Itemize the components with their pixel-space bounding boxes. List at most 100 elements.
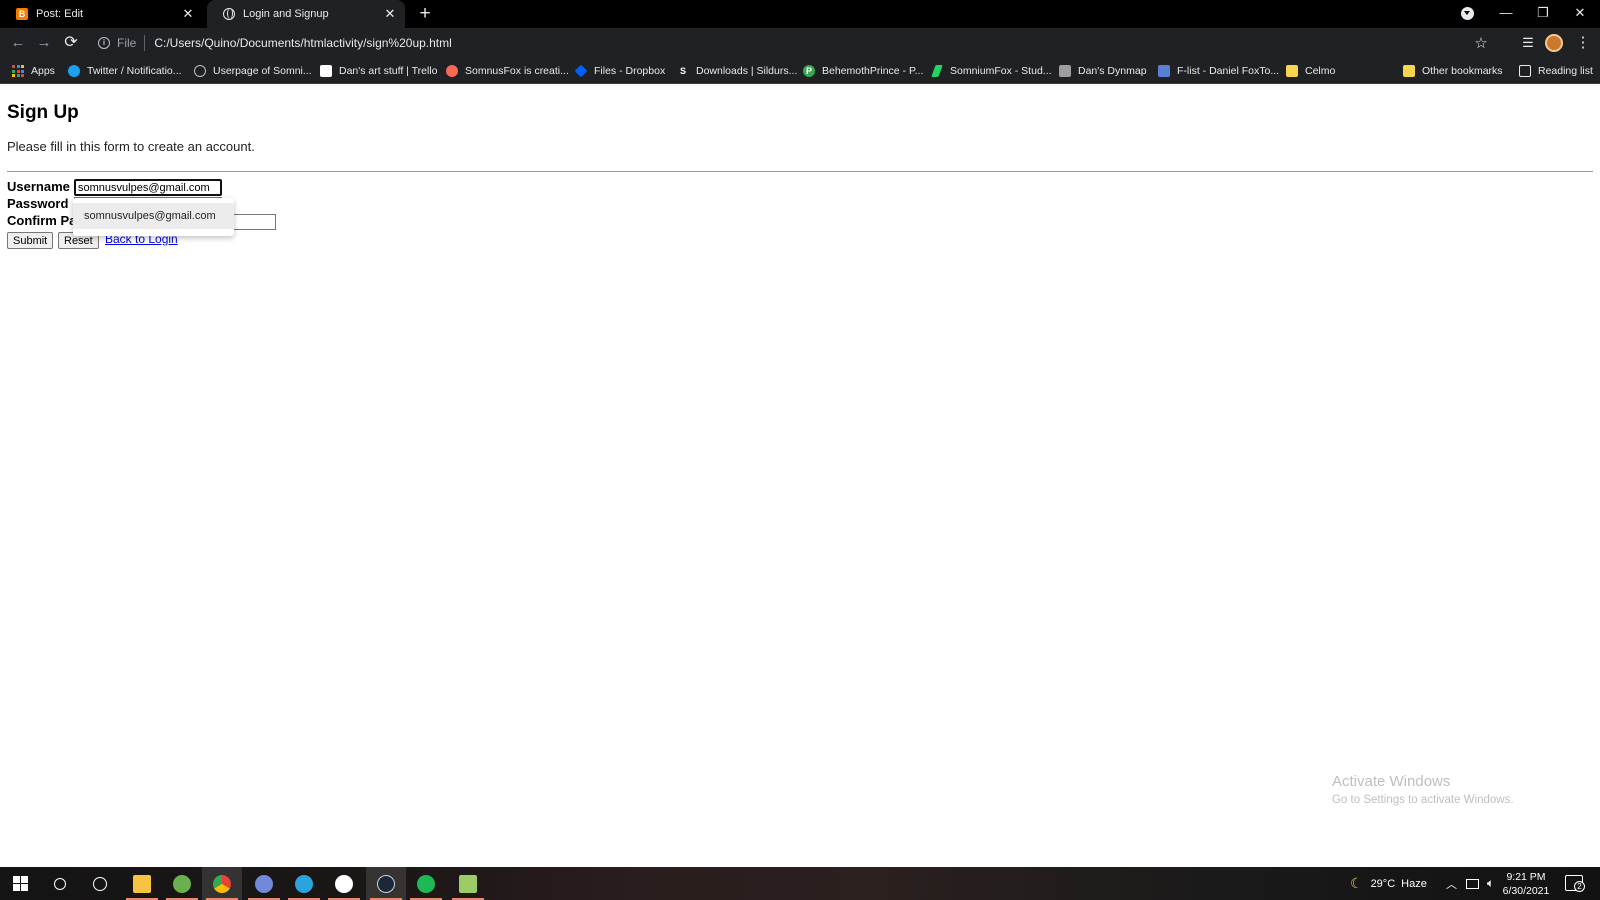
password-label: Password bbox=[7, 196, 69, 211]
divider bbox=[7, 171, 1593, 172]
taskbar-search-button[interactable] bbox=[40, 867, 80, 900]
bookmark-label: Files - Dropbox bbox=[594, 65, 666, 77]
tab-login-and-signup[interactable]: Login and Signup ✕ bbox=[207, 0, 405, 28]
reading-list-icon[interactable]: ☰ bbox=[1518, 33, 1538, 53]
taskbar-discord[interactable] bbox=[244, 867, 284, 900]
trello-icon bbox=[320, 65, 332, 77]
tab-post-edit[interactable]: B Post: Edit ✕ bbox=[0, 0, 203, 28]
avatar[interactable] bbox=[1545, 34, 1563, 52]
system-tray: ︿ 🔈︎ bbox=[1446, 867, 1494, 900]
media-control-icon[interactable] bbox=[1461, 7, 1474, 20]
taskbar-wattpad[interactable] bbox=[324, 867, 364, 900]
start-icon bbox=[12, 876, 28, 891]
weather-desc: Haze bbox=[1401, 877, 1427, 890]
chevron-up-icon[interactable]: ︿ bbox=[1446, 876, 1457, 892]
bookmark-other-bookmarks[interactable]: Other bookmarks bbox=[1403, 62, 1503, 80]
bookmark-label: Dan's art stuff | Trello bbox=[339, 65, 438, 77]
bookmarks-bar: Apps Twitter / Notificatio... Userpage o… bbox=[0, 58, 1600, 84]
paw-icon bbox=[194, 65, 206, 77]
taskbar-chrome[interactable] bbox=[202, 867, 242, 900]
activation-watermark: Activate Windows Go to Settings to activ… bbox=[1332, 773, 1514, 806]
flist-icon bbox=[1158, 65, 1170, 77]
apps-grid-icon bbox=[12, 65, 24, 77]
twitter-icon bbox=[68, 65, 80, 77]
bookmark-celmo[interactable]: Celmo bbox=[1286, 62, 1335, 80]
clock-time: 9:21 PM bbox=[1506, 871, 1546, 883]
tab-strip: B Post: Edit ✕ Login and Signup ✕ + — ❐ … bbox=[0, 0, 1600, 28]
bookmark-label: SomnusFox is creati... bbox=[465, 65, 569, 77]
restore-button[interactable]: ❐ bbox=[1524, 0, 1562, 28]
reload-button[interactable]: ⟳ bbox=[60, 32, 82, 54]
bookmark-label: SomniumFox - Stud... bbox=[950, 65, 1052, 77]
bookmark-trello[interactable]: Dan's art stuff | Trello bbox=[320, 62, 438, 80]
taskbar-notepad[interactable] bbox=[448, 867, 488, 900]
folder-icon bbox=[1286, 65, 1298, 77]
scheme-label: File bbox=[117, 36, 137, 50]
bookmark-somniumfox[interactable]: SomniumFox - Stud... bbox=[931, 62, 1052, 80]
taskbar-spotify[interactable] bbox=[406, 867, 446, 900]
discord-icon bbox=[255, 874, 273, 893]
bookmark-label: Celmo bbox=[1305, 65, 1336, 77]
forward-button[interactable]: → bbox=[33, 32, 55, 54]
back-button[interactable]: ← bbox=[7, 32, 29, 54]
notepad-icon bbox=[459, 874, 477, 893]
watermark-title: Activate Windows bbox=[1332, 773, 1451, 790]
username-input[interactable] bbox=[74, 179, 222, 196]
window-close-button[interactable]: ✕ bbox=[1561, 0, 1599, 28]
clock-date: 6/30/2021 bbox=[1502, 885, 1550, 897]
close-icon[interactable]: ✕ bbox=[181, 7, 195, 21]
network-icon[interactable] bbox=[1466, 878, 1479, 889]
clock[interactable]: 9:21 PM 6/30/2021 bbox=[1490, 870, 1562, 898]
address-bar[interactable]: i File C:/Users/Quino/Documents/htmlacti… bbox=[91, 31, 1499, 55]
bookmark-patreon[interactable]: SomnusFox is creati... bbox=[446, 62, 569, 80]
bookmark-dynmap[interactable]: Dan's Dynmap bbox=[1059, 62, 1147, 80]
patreon-icon bbox=[446, 65, 458, 77]
confirm-password-label: Confirm Pa bbox=[7, 213, 77, 228]
bookmark-userpage[interactable]: Userpage of Somni... bbox=[194, 62, 312, 80]
tab-title: Login and Signup bbox=[243, 8, 329, 20]
bookmark-label: F-list - Daniel FoxTo... bbox=[1177, 65, 1280, 77]
moon-icon: ☾ bbox=[1350, 875, 1363, 891]
start-button[interactable] bbox=[0, 867, 40, 900]
submit-button[interactable]: Submit bbox=[7, 232, 54, 249]
taskbar: ☾ 29°C Haze ︿ 🔈︎ 9:21 PM 6/30/2021 2 bbox=[0, 867, 1600, 900]
bookmark-star-icon[interactable]: ☆ bbox=[1471, 34, 1491, 52]
minecraft-launcher-icon bbox=[173, 874, 191, 893]
task-view-icon bbox=[93, 876, 107, 891]
close-icon[interactable]: ✕ bbox=[383, 7, 397, 21]
url-text[interactable]: C:/Users/Quino/Documents/htmlactivity/si… bbox=[154, 36, 1471, 50]
bookmark-twitter[interactable]: Twitter / Notificatio... bbox=[68, 62, 182, 80]
chrome-icon bbox=[213, 874, 231, 893]
reading-list-icon bbox=[1519, 65, 1531, 77]
new-tab-button[interactable]: + bbox=[414, 3, 436, 25]
taskbar-telegram[interactable] bbox=[284, 867, 324, 900]
browser-toolbar: ← → ⟳ i File C:/Users/Quino/Documents/ht… bbox=[0, 28, 1600, 58]
tab-title: Post: Edit bbox=[36, 8, 84, 20]
weather-widget[interactable]: ☾ 29°C Haze bbox=[1350, 867, 1427, 900]
info-icon[interactable]: i bbox=[98, 37, 110, 49]
taskbar-minecraft-launcher[interactable] bbox=[162, 867, 202, 900]
picarto-icon: P bbox=[803, 65, 815, 77]
bookmark-behemothprince[interactable]: P BehemothPrince - P... bbox=[803, 62, 923, 80]
page-subtitle: Please fill in this form to create an ac… bbox=[7, 139, 255, 154]
taskbar-file-explorer[interactable] bbox=[122, 867, 162, 900]
bookmark-label: Dan's Dynmap bbox=[1078, 65, 1147, 77]
telegram-icon bbox=[295, 874, 313, 893]
minimize-button[interactable]: — bbox=[1487, 0, 1525, 28]
menu-icon[interactable]: ⋮ bbox=[1573, 33, 1593, 53]
bookmark-dropbox[interactable]: Files - Dropbox bbox=[574, 62, 666, 80]
bookmark-label: Downloads | Sildurs... bbox=[696, 65, 798, 77]
autofill-option[interactable]: somnusvulpes@gmail.com bbox=[73, 203, 234, 229]
search-icon bbox=[54, 877, 66, 890]
file-explorer-icon bbox=[133, 874, 151, 893]
blogger-icon: B bbox=[16, 8, 28, 20]
taskbar-steam[interactable] bbox=[366, 867, 406, 900]
s-letter-icon: S bbox=[679, 66, 686, 76]
bookmark-sildurs[interactable]: S Downloads | Sildurs... bbox=[677, 62, 797, 80]
notification-count-badge: 2 bbox=[1574, 881, 1585, 892]
bookmark-flist[interactable]: F-list - Daniel FoxTo... bbox=[1158, 62, 1279, 80]
bookmark-reading-list[interactable]: Reading list bbox=[1519, 62, 1593, 80]
bookmark-apps[interactable]: Apps bbox=[12, 62, 55, 80]
bookmark-label: Twitter / Notificatio... bbox=[87, 65, 182, 77]
task-view-button[interactable] bbox=[80, 867, 120, 900]
